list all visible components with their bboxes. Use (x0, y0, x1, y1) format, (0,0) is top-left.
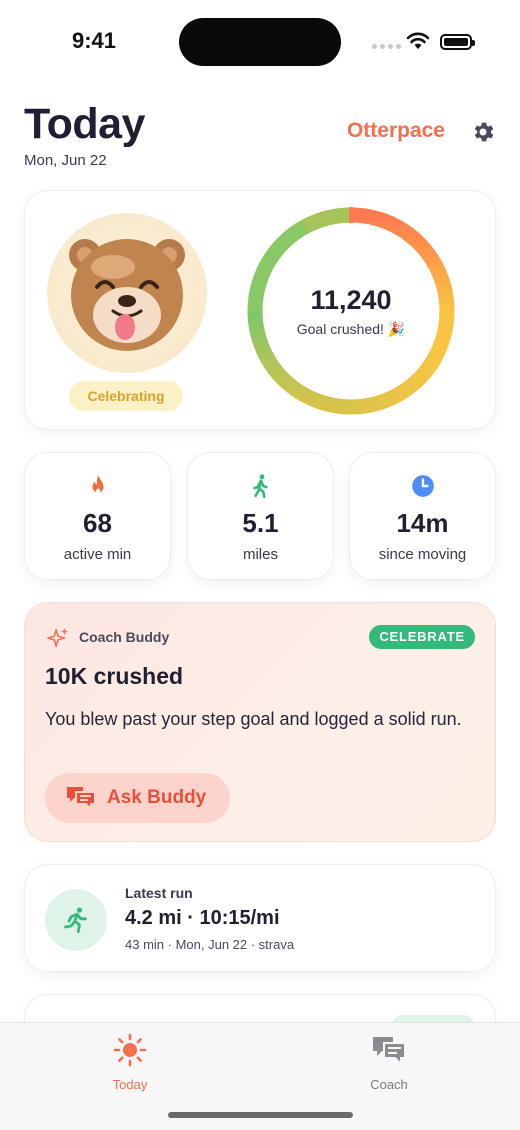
ask-buddy-button[interactable]: Ask Buddy (45, 773, 230, 823)
brand-name: Otterpace (346, 119, 445, 142)
status-badge: CELEBRATE (369, 625, 475, 649)
coach-headline: 10K crushed (45, 663, 184, 689)
stat-value: 14m (396, 508, 449, 538)
coach-message: You blew past your step goal and logged … (45, 709, 462, 729)
bear-mascot-icon (69, 239, 185, 351)
tab-label: Coach (370, 1077, 408, 1092)
stat-card-miles: 5.1 miles (187, 452, 334, 580)
cellular-signal-icon (372, 44, 401, 49)
stat-card-active-min: 68 active min (24, 452, 171, 580)
ask-buddy-label: Ask Buddy (107, 787, 207, 808)
coach-card: Coach Buddy CELEBRATE 10K crushed You bl… (24, 602, 496, 842)
activity-summary-card: Celebrating 11,240 Goal crushed! 🎉 (24, 190, 496, 430)
stat-label: since moving (378, 546, 467, 563)
page-title: Today (24, 100, 145, 148)
home-indicator[interactable] (168, 1112, 353, 1118)
dynamic-island (179, 18, 341, 66)
stat-label: miles (242, 546, 278, 563)
sparkle-icon (47, 627, 69, 648)
sun-icon (113, 1033, 147, 1067)
stat-label: active min (63, 546, 132, 563)
running-icon (64, 907, 87, 934)
latest-run-card[interactable]: Latest run 4.2 mi · 10:15/mi 43 min · Mo… (24, 864, 496, 972)
stat-value: 5.1 (242, 508, 279, 538)
status-bar: 9:41 (0, 0, 520, 84)
tab-coach[interactable]: Coach (334, 1031, 444, 1093)
coach-name: Coach Buddy (79, 629, 170, 645)
flame-icon (92, 475, 103, 494)
wifi-icon (406, 32, 430, 49)
step-goal-caption: Goal crushed! 🎉 (296, 321, 406, 337)
clock-icon (411, 475, 434, 497)
walking-icon (252, 474, 268, 499)
run-section-label: Latest run (125, 885, 193, 901)
chat-bubbles-icon (67, 787, 96, 811)
run-icon-badge (45, 889, 107, 951)
mood-badge: Celebrating (69, 381, 183, 411)
gear-icon[interactable] (470, 119, 496, 145)
run-summary: 4.2 mi · 10:15/mi (125, 907, 280, 929)
stat-value: 68 (83, 508, 112, 538)
tab-today[interactable]: Today (75, 1031, 185, 1093)
step-goal-ring: 11,240 Goal crushed! 🎉 (245, 205, 457, 417)
status-time: 9:41 (72, 28, 117, 53)
page-date: Mon, Jun 22 (24, 152, 107, 169)
chat-bubbles-icon (373, 1037, 406, 1067)
battery-icon (440, 34, 475, 50)
run-meta: 43 min · Mon, Jun 22 · strava (125, 937, 295, 952)
step-count: 11,240 (310, 285, 392, 315)
mascot-avatar (47, 213, 207, 373)
stat-card-since-moving: 14m since moving (349, 452, 496, 580)
tab-label: Today (112, 1077, 148, 1092)
